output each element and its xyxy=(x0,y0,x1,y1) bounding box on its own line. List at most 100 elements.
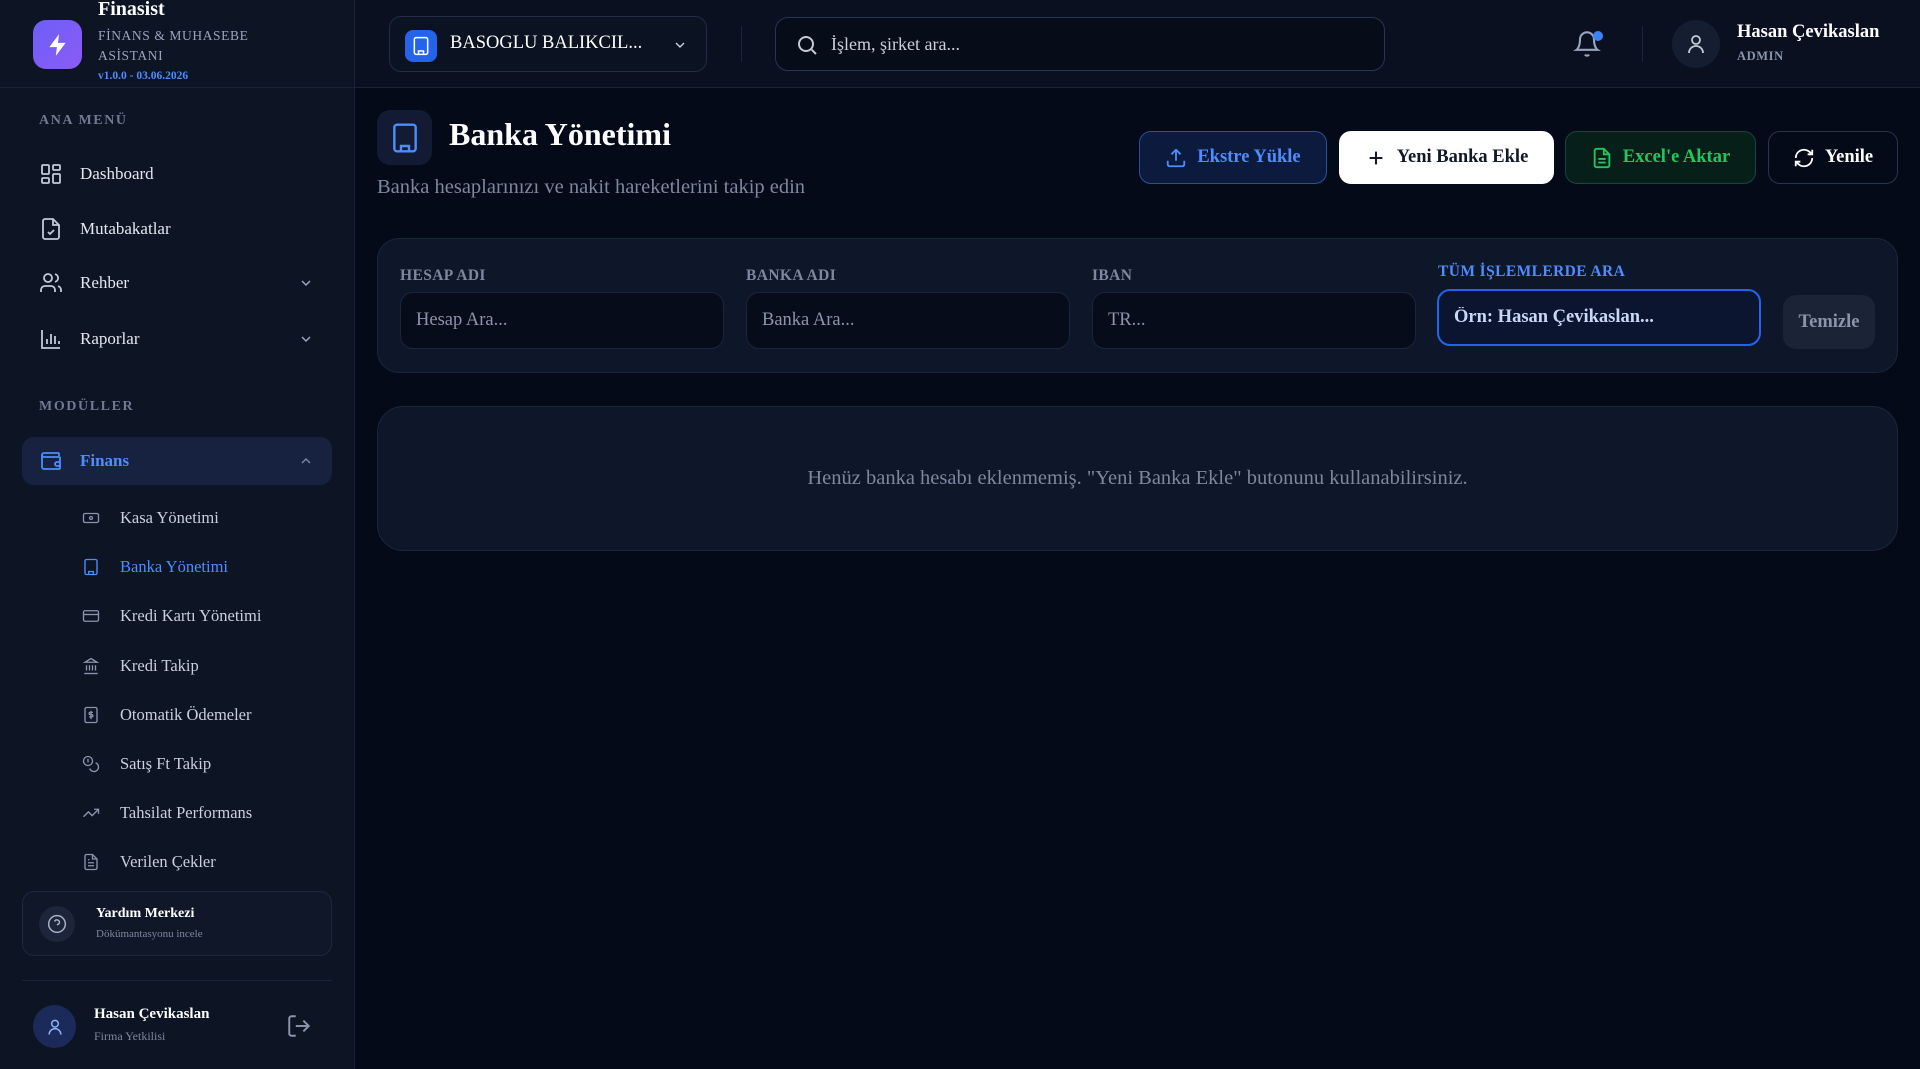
chevron-up-icon xyxy=(298,453,314,469)
iban-input[interactable] xyxy=(1092,292,1416,349)
clear-filters-button[interactable]: Temizle xyxy=(1783,295,1875,349)
sidebar-subitem-label: Kasa Yönetimi xyxy=(120,508,219,527)
file-check-icon xyxy=(39,217,63,241)
main-menu-title: ANA MENÜ xyxy=(39,113,128,128)
brand-logo[interactable] xyxy=(33,20,82,69)
sidebar-item-rehber[interactable]: Rehber xyxy=(22,259,332,307)
building-icon xyxy=(389,122,421,154)
question-circle-icon xyxy=(47,914,67,934)
export-excel-label: Excel'e Aktar xyxy=(1622,147,1731,167)
sidebar-user-name: Hasan Çevikaslan xyxy=(94,1006,210,1022)
topbar-divider xyxy=(741,26,742,62)
upload-statement-button[interactable]: Ekstre Yükle xyxy=(1139,131,1327,184)
sidebar-subitem-label: Verilen Çekler xyxy=(120,852,216,871)
page-icon-wrap xyxy=(377,110,432,165)
help-center-card[interactable]: Yardım Merkezi Dökümantasyonu incele xyxy=(22,891,332,956)
building-icon xyxy=(411,36,431,56)
topbar-divider xyxy=(1642,26,1643,62)
bank-icon xyxy=(82,657,100,675)
company-icon-wrap xyxy=(405,30,437,62)
page-title: Banka Yönetimi xyxy=(449,116,671,152)
sidebar-divider xyxy=(22,980,332,981)
brand-header: Finasist FİNANS & MUHASEBE ASİSTANI v1.0… xyxy=(0,0,354,88)
notification-badge xyxy=(1593,31,1603,41)
sidebar-item-label: Mutabakatlar xyxy=(80,219,171,238)
banknote-icon xyxy=(82,509,100,527)
document-icon xyxy=(82,853,100,871)
brand-name: Finasist xyxy=(98,0,165,20)
search-all-input[interactable] xyxy=(1437,289,1761,346)
search-input[interactable] xyxy=(831,18,1371,70)
lightning-icon xyxy=(45,32,71,58)
chevron-down-icon xyxy=(298,331,314,347)
add-bank-button[interactable]: Yeni Banka Ekle xyxy=(1339,131,1554,184)
plus-icon xyxy=(1365,147,1387,169)
sidebar-item-label: Finans xyxy=(80,451,130,470)
bank-name-label: BANKA ADI xyxy=(746,267,837,284)
users-icon xyxy=(39,271,63,295)
sidebar-subitem-kredi-karti[interactable]: Kredi Kartı Yönetimi xyxy=(80,598,332,634)
sidebar-subitem-label: Satış Ft Takip xyxy=(120,754,212,773)
user-icon xyxy=(45,1017,65,1037)
company-name: BASOGLU BALIKCIL... xyxy=(450,33,643,53)
sidebar-subitem-label: Banka Yönetimi xyxy=(120,557,228,576)
sidebar-subitem-kasa[interactable]: Kasa Yönetimi xyxy=(80,500,332,536)
page-subtitle: Banka hesaplarınızı ve nakit hareketleri… xyxy=(377,176,806,198)
receipt-dollar-icon xyxy=(82,706,100,724)
sidebar-subitem-satis-ft[interactable]: Satış Ft Takip xyxy=(80,746,332,782)
sidebar-subitem-otomatik-odemeler[interactable]: Otomatik Ödemeler xyxy=(80,697,332,733)
help-title: Yardım Merkezi xyxy=(96,906,195,921)
sidebar-item-raporlar[interactable]: Raporlar xyxy=(22,315,332,363)
sidebar-item-finans[interactable]: Finans xyxy=(22,437,332,485)
coins-icon xyxy=(82,755,100,773)
chevron-down-icon xyxy=(672,37,688,53)
spreadsheet-icon xyxy=(1591,147,1613,169)
dashboard-grid-icon xyxy=(39,162,63,186)
trending-up-icon xyxy=(82,804,100,822)
empty-state-panel: Henüz banka hesabı eklenmemiş. "Yeni Ban… xyxy=(377,406,1898,551)
iban-label: IBAN xyxy=(1092,267,1133,284)
export-excel-button[interactable]: Excel'e Aktar xyxy=(1565,131,1756,184)
user-icon xyxy=(1684,32,1708,56)
sidebar-subitem-label: Kredi Takip xyxy=(120,656,199,675)
sidebar-item-label: Rehber xyxy=(80,273,130,292)
sidebar-item-label: Raporlar xyxy=(80,329,140,348)
global-search xyxy=(775,17,1385,71)
avatar[interactable] xyxy=(33,1005,76,1048)
sidebar-subitem-label: Kredi Kartı Yönetimi xyxy=(120,606,262,625)
search-icon xyxy=(795,33,819,57)
app-version: v1.0.0 - 03.06.2026 xyxy=(98,70,189,82)
refresh-button[interactable]: Yenile xyxy=(1768,131,1898,184)
building-icon xyxy=(82,558,100,576)
bank-name-input[interactable] xyxy=(746,292,1070,349)
bar-chart-icon xyxy=(39,327,63,351)
company-selector[interactable]: BASOGLU BALIKCIL... xyxy=(389,16,707,72)
sidebar: Finasist FİNANS & MUHASEBE ASİSTANI v1.0… xyxy=(0,0,355,1069)
help-icon-wrap xyxy=(39,906,75,942)
search-all-label: TÜM İŞLEMLERDE ARA xyxy=(1438,263,1626,280)
credit-card-icon xyxy=(82,607,100,625)
avatar[interactable] xyxy=(1672,20,1720,68)
sidebar-subitem-kredi-takip[interactable]: Kredi Takip xyxy=(80,648,332,684)
logout-icon[interactable] xyxy=(286,1013,312,1039)
sidebar-subitem-banka[interactable]: Banka Yönetimi xyxy=(80,549,332,585)
sidebar-subitem-label: Otomatik Ödemeler xyxy=(120,705,252,724)
modules-title: MODÜLLER xyxy=(39,399,135,414)
upload-icon xyxy=(1165,147,1187,169)
sidebar-subitem-label: Tahsilat Performans xyxy=(120,803,253,822)
account-name-input[interactable] xyxy=(400,292,724,349)
add-bank-label: Yeni Banka Ekle xyxy=(1396,147,1529,167)
wallet-icon xyxy=(39,449,63,473)
account-name-label: HESAP ADI xyxy=(400,267,486,284)
sidebar-subitem-verilen-cekler[interactable]: Verilen Çekler xyxy=(80,844,332,880)
chevron-down-icon xyxy=(298,275,314,291)
sidebar-item-mutabakatlar[interactable]: Mutabakatlar xyxy=(22,205,332,253)
topbar-user-name: Hasan Çevikaslan xyxy=(1737,22,1880,42)
sidebar-item-label: Dashboard xyxy=(80,164,154,183)
brand-subtitle: FİNANS & MUHASEBE ASİSTANI xyxy=(98,28,249,63)
sidebar-user-role: Firma Yetkilisi xyxy=(94,1029,166,1043)
sidebar-item-dashboard[interactable]: Dashboard xyxy=(22,150,332,198)
sidebar-subitem-tahsilat[interactable]: Tahsilat Performans xyxy=(80,795,332,831)
upload-statement-label: Ekstre Yükle xyxy=(1197,147,1301,167)
topbar-user-role: ADMIN xyxy=(1737,49,1784,63)
